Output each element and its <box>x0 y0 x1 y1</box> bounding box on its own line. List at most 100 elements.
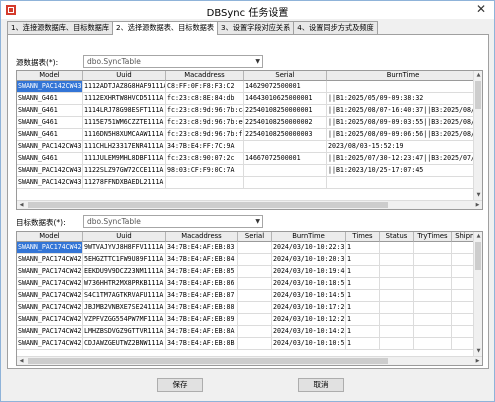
table-cell[interactable]: fc:23:c8:90:07:2c <box>166 153 244 165</box>
table-cell[interactable] <box>327 81 480 93</box>
table-cell[interactable] <box>327 177 480 189</box>
table-cell[interactable]: S4C1TM7AGTKRVAFU111A <box>83 290 166 302</box>
table-cell[interactable]: SWANN_PAC174CW42 <box>17 290 83 302</box>
table-cell[interactable] <box>414 338 452 350</box>
table-cell[interactable]: 34:7B:E4:AF:EB:8A <box>166 326 238 338</box>
table-cell[interactable]: 22540108250000001 <box>244 105 327 117</box>
table-cell[interactable]: 1115E751WM6CZZTE111A <box>83 117 166 129</box>
table-cell[interactable]: 14629072500001 <box>244 81 327 93</box>
table-cell[interactable]: 1112EXHRTW8HVCD5111A <box>83 93 166 105</box>
table-cell[interactable]: 1 <box>346 278 380 290</box>
scroll-thumb[interactable] <box>475 81 481 109</box>
table-cell[interactable]: 2024/03/10-10:12:29 <box>272 314 346 326</box>
table-cell[interactable] <box>166 177 244 189</box>
table-cell[interactable] <box>238 338 272 350</box>
table-cell[interactable]: fc:23:c8:8E:84:db <box>166 93 244 105</box>
table-cell[interactable]: ||B1:2025/08/07-16:40:37||B3:2025/08/07-… <box>327 105 480 117</box>
table-cell[interactable]: VZPFVZGG554PW7MF111A <box>83 314 166 326</box>
scroll-up-icon[interactable]: ▲ <box>474 71 482 80</box>
table-cell[interactable] <box>244 177 327 189</box>
table-cell[interactable]: SWANN_PAC174CW42 <box>17 266 83 278</box>
table-cell[interactable]: SWANN_G461 <box>17 129 83 141</box>
table-cell[interactable]: SWANN_G461 <box>17 105 83 117</box>
table-cell[interactable]: SWANN_PAC174CW42 <box>17 254 83 266</box>
scroll-left-icon[interactable]: ◀ <box>17 201 26 209</box>
column-header[interactable]: Model <box>17 71 83 81</box>
column-header[interactable]: BurnTime <box>272 232 346 242</box>
table-cell[interactable]: 98:03:CF:F9:0C:7A <box>166 165 244 177</box>
table-cell[interactable]: 1 <box>346 242 380 254</box>
table-cell[interactable]: SWANN_PAC142CW43 <box>17 81 83 93</box>
scroll-thumb[interactable] <box>28 202 388 208</box>
table-cell[interactable] <box>380 242 414 254</box>
table-cell[interactable]: ||B1:2025/08/09-09:03:55||B3:2025/08/09-… <box>327 117 480 129</box>
table-cell[interactable]: EEKDU9V9DCZ23NM1111A <box>83 266 166 278</box>
table-cell[interactable] <box>414 326 452 338</box>
table-cell[interactable] <box>414 278 452 290</box>
table-cell[interactable] <box>380 338 414 350</box>
column-header[interactable]: Model <box>17 232 83 242</box>
table-cell[interactable]: 34:7B:E4:AF:EB:8B <box>166 338 238 350</box>
table-cell[interactable] <box>244 141 327 153</box>
scroll-down-icon[interactable]: ▼ <box>474 347 482 356</box>
table-cell[interactable]: SWANN_PAC174CW42 <box>17 314 83 326</box>
table-cell[interactable]: fc:23:c8:9d:96:7b:c8 <box>166 105 244 117</box>
table-cell[interactable]: ||B1:2025/08/09-09:06:56||B3:2025/08/09-… <box>327 129 480 141</box>
scroll-thumb[interactable] <box>475 242 481 270</box>
table-cell[interactable]: SWANN_PAC142CW43 <box>17 177 83 189</box>
table-cell[interactable]: 2024/03/10-10:10:55 <box>272 338 346 350</box>
table-cell[interactable] <box>380 290 414 302</box>
table-cell[interactable]: W736HHTR2MX8PRKB111A <box>83 278 166 290</box>
table-cell[interactable] <box>380 266 414 278</box>
table-cell[interactable] <box>238 326 272 338</box>
tab-select-tables[interactable]: 2、选择源数据表、目标数据表 <box>112 21 219 35</box>
table-cell[interactable]: C8:FF:0F:F8:F3:C2 <box>166 81 244 93</box>
table-cell[interactable] <box>238 254 272 266</box>
table-cell[interactable]: 34:7B:E4:AF:EB:86 <box>166 278 238 290</box>
table-cell[interactable] <box>414 266 452 278</box>
table-cell[interactable]: 1114LRJ78G98ESFT111A <box>83 105 166 117</box>
table-cell[interactable] <box>238 242 272 254</box>
table-cell[interactable]: CDJAWZGEUTWZ2BNW111A <box>83 338 166 350</box>
table-cell[interactable] <box>380 254 414 266</box>
table-cell[interactable]: ||B1:2025/07/30-12:23:47||B3:2025/07/30-… <box>327 153 480 165</box>
table-cell[interactable] <box>380 302 414 314</box>
table-cell[interactable]: 22540108250000003 <box>244 129 327 141</box>
scroll-thumb[interactable] <box>28 358 388 364</box>
table-cell[interactable] <box>414 290 452 302</box>
table-cell[interactable]: 5EHGZTTC1FW9U89F111A <box>83 254 166 266</box>
table-cell[interactable]: 34:7B:E4:FF:7C:9A <box>166 141 244 153</box>
table-cell[interactable]: 1 <box>346 290 380 302</box>
column-header[interactable]: Serial <box>238 232 272 242</box>
table-cell[interactable]: 34:7B:E4:AF:EB:84 <box>166 254 238 266</box>
column-header[interactable]: TryTimes <box>414 232 452 242</box>
vertical-scrollbar[interactable]: ▲ ▼ <box>473 71 482 200</box>
table-cell[interactable]: 34:7B:E4:AF:EB:89 <box>166 314 238 326</box>
column-header[interactable]: Macaddress <box>166 71 244 81</box>
table-cell[interactable]: 14667072500001 <box>244 153 327 165</box>
source-table-combo[interactable]: dbo.SyncTable ▼ <box>83 55 263 68</box>
table-cell[interactable] <box>238 314 272 326</box>
table-cell[interactable]: SWANN_PAC142CW43 <box>17 141 83 153</box>
table-cell[interactable] <box>414 254 452 266</box>
column-header[interactable]: BurnTime <box>327 71 480 81</box>
close-icon[interactable]: ✕ <box>470 2 492 17</box>
column-header[interactable]: Macaddress <box>166 232 238 242</box>
table-cell[interactable] <box>238 266 272 278</box>
table-cell[interactable] <box>238 278 272 290</box>
table-cell[interactable]: 1 <box>346 254 380 266</box>
scroll-right-icon[interactable]: ▶ <box>473 357 482 365</box>
table-cell[interactable]: SWANN_PAC174CW42 <box>17 242 83 254</box>
column-header[interactable]: Times <box>346 232 380 242</box>
table-cell[interactable]: 14643010625000001 <box>244 93 327 105</box>
table-cell[interactable]: 9WTVAJYVJ8H8FFV1111A <box>83 242 166 254</box>
tab-sync-frequency[interactable]: 4、设置同步方式及频度 <box>293 21 378 34</box>
table-cell[interactable]: 1 <box>346 338 380 350</box>
source-table-grid[interactable]: ModelUuidMacaddressSerialBurnTimeTimesSW… <box>16 70 483 210</box>
table-cell[interactable]: 1122SLZ97GW72CCE111A <box>83 165 166 177</box>
scroll-up-icon[interactable]: ▲ <box>474 232 482 241</box>
table-cell[interactable] <box>380 314 414 326</box>
table-cell[interactable]: 2024/03/10-10:22:35 <box>272 242 346 254</box>
table-cell[interactable]: 34:7B:E4:AF:EB:87 <box>166 290 238 302</box>
table-cell[interactable] <box>414 302 452 314</box>
